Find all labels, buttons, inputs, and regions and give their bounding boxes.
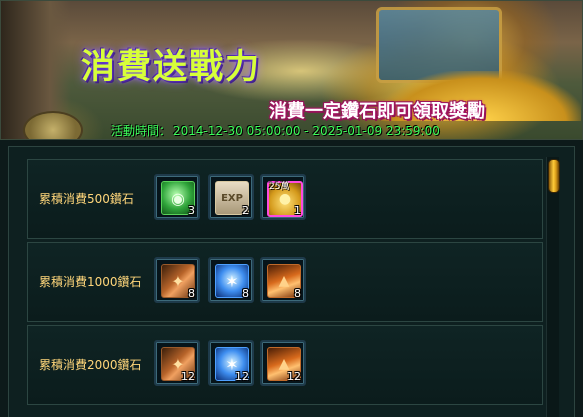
reward-slot[interactable]: 3 xyxy=(154,174,200,220)
reward-count: 8 xyxy=(294,287,301,300)
event-banner: 消費送戰力 消費一定鑽石即可領取獎勵 活動時間： 2014-12-30 05:00… xyxy=(0,0,583,140)
reward-slot[interactable]: 8 xyxy=(154,257,200,303)
reward-slot[interactable]: 12 xyxy=(208,340,254,386)
reward-badge: 25萬 xyxy=(269,182,290,192)
reward-count: 8 xyxy=(188,287,195,300)
tier-label: 累積消費1000鑽石 xyxy=(39,275,142,289)
event-time: 活動時間： 2014-12-30 05:00:00 - 2025-01-09 23… xyxy=(111,122,442,139)
scrollbar[interactable] xyxy=(546,157,560,417)
event-title: 消費送戰力 xyxy=(81,47,261,87)
reward-count: 12 xyxy=(181,370,195,383)
reward-slot[interactable]: 2 xyxy=(208,174,254,220)
tier-label: 累積消費2000鑽石 xyxy=(39,358,142,372)
shield-icon xyxy=(23,111,83,139)
reward-count: 12 xyxy=(287,370,301,383)
reward-slot[interactable]: 8 xyxy=(208,257,254,303)
reward-count: 1 xyxy=(294,204,301,217)
event-subtitle: 消費一定鑽石即可領取獎勵 xyxy=(269,101,485,122)
reward-list-panel: 累積消費500鑽石 3 2 25萬 1 累積消費1000鑽石 8 xyxy=(8,146,575,417)
reward-count: 12 xyxy=(235,370,249,383)
reward-slot[interactable]: 12 xyxy=(260,340,306,386)
scroll-thumb[interactable] xyxy=(548,159,560,193)
reward-tier-row: 累積消費500鑽石 3 2 25萬 1 xyxy=(27,159,543,239)
reward-count: 2 xyxy=(242,204,249,217)
reward-count: 8 xyxy=(242,287,249,300)
reward-tier-row: 累積消費2000鑽石 12 12 12 xyxy=(27,325,543,405)
tier-label: 累積消費500鑽石 xyxy=(39,192,134,206)
reward-tier-row: 累積消費1000鑽石 8 8 8 xyxy=(27,242,543,322)
reward-count: 3 xyxy=(188,204,195,217)
event-time-label: 活動時間： xyxy=(111,124,172,138)
reward-slot[interactable]: 25萬 1 xyxy=(260,174,306,220)
reward-slot[interactable]: 8 xyxy=(260,257,306,303)
reward-slot[interactable]: 12 xyxy=(154,340,200,386)
event-time-range: 2014-12-30 05:00:00 - 2025-01-09 23:59:0… xyxy=(173,124,440,138)
